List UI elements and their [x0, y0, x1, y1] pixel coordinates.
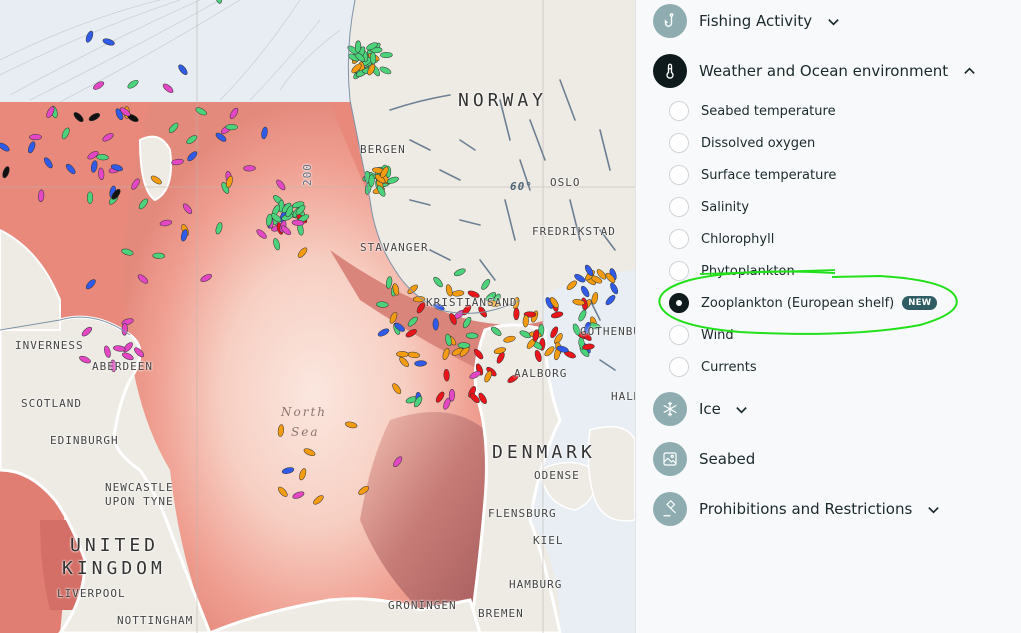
option-chlorophyll[interactable]: Chlorophyll	[669, 228, 774, 250]
option-currents[interactable]: Currents	[669, 356, 757, 378]
option-label: Wind	[701, 327, 734, 343]
option-dissolved-oxygen[interactable]: Dissolved oxygen	[669, 132, 815, 154]
option-label: Dissolved oxygen	[701, 135, 816, 151]
radio-button[interactable]	[669, 229, 689, 249]
radio-button[interactable]	[669, 325, 689, 345]
category-label: Prohibitions and Restrictions	[699, 500, 913, 518]
label-scotland: SCOTLAND	[21, 397, 82, 410]
label-denmark: DENMARK	[492, 442, 596, 463]
label-latitude-60: 60°	[510, 180, 533, 193]
label-united: UNITED	[70, 535, 160, 556]
label-odense: ODENSE	[534, 469, 580, 482]
label-oslo: OSLO	[550, 176, 581, 189]
category-weather-ocean[interactable]: Weather and Ocean environment	[653, 54, 976, 88]
label-kristiansand: KRISTIANSAND	[426, 296, 518, 309]
label-kingdom: KINGDOM	[62, 558, 166, 579]
option-label: Surface temperature	[701, 167, 837, 183]
category-label: Seabed	[699, 450, 756, 468]
label-aalborg: AALBORG	[514, 367, 568, 380]
chevron-down-icon[interactable]	[826, 14, 840, 28]
label-bremen: BREMEN	[478, 607, 524, 620]
radio-button[interactable]	[669, 101, 689, 121]
vessel-marker[interactable]	[86, 191, 94, 204]
label-upon-tyne: UPON TYNE	[105, 495, 174, 508]
label-inverness: INVERNESS	[15, 339, 84, 352]
vessel-marker[interactable]	[225, 124, 238, 131]
gavel-icon	[653, 492, 687, 526]
vessel-marker[interactable]	[121, 323, 128, 336]
new-badge: NEW	[902, 296, 938, 310]
vessel-marker[interactable]	[370, 52, 377, 65]
option-label: Zooplankton (European shelf)	[701, 295, 895, 311]
label-bergen: BERGEN	[360, 143, 406, 156]
vessel-marker[interactable]	[243, 165, 256, 172]
snowflake-icon	[653, 392, 687, 426]
label-groningen: GRONINGEN	[388, 599, 457, 612]
vessel-marker[interactable]	[396, 351, 409, 358]
thermometer-icon	[653, 54, 687, 88]
radio-button[interactable]	[669, 357, 689, 377]
map-view[interactable]: NORWAY DENMARK UNITED KINGDOM BERGEN STA…	[0, 0, 635, 633]
option-label: Chlorophyll	[701, 231, 775, 247]
vessel-marker[interactable]	[513, 307, 520, 321]
label-nottingham: NOTTINGHAM	[117, 614, 194, 627]
option-wind[interactable]: Wind	[669, 324, 734, 346]
vessel-marker[interactable]	[432, 318, 439, 331]
image-landscape-icon	[653, 442, 687, 476]
label-norway: NORWAY	[458, 90, 548, 111]
label-hamburg: HAMBURG	[509, 578, 563, 591]
radio-button[interactable]	[669, 165, 689, 185]
chevron-down-icon[interactable]	[926, 502, 940, 516]
option-seabed-temperature[interactable]: Seabed temperature	[669, 100, 836, 122]
label-halmstad: HALMSTAD	[611, 390, 635, 403]
label-fredrikstad: FREDRIKSTAD	[532, 225, 616, 238]
chevron-up-icon[interactable]	[962, 64, 976, 78]
label-edinburgh: EDINBURGH	[50, 434, 119, 447]
option-label: Phytoplankton	[701, 263, 795, 279]
option-surface-temperature[interactable]: Surface temperature	[669, 164, 836, 186]
vessel-marker[interactable]	[414, 360, 427, 367]
option-label: Salinity	[701, 199, 750, 215]
label-aberdeen: ABERDEEN	[92, 360, 153, 373]
option-phytoplankton[interactable]: Phytoplankton	[669, 260, 795, 282]
label-gothenburg: GOTHENBURG	[580, 325, 635, 338]
vessel-marker[interactable]	[448, 389, 455, 402]
vessel-marker[interactable]	[152, 252, 165, 259]
label-kiel: KIEL	[533, 534, 564, 547]
option-label: Seabed temperature	[701, 103, 836, 119]
option-label: Currents	[701, 359, 757, 375]
label-sea: Sea	[291, 425, 320, 439]
category-fishing-activity[interactable]: Fishing Activity	[653, 4, 840, 38]
layers-panel: Fishing Activity Weather and Ocean envir…	[635, 0, 1021, 633]
chevron-down-icon[interactable]	[735, 402, 749, 416]
vessel-marker[interactable]	[443, 368, 450, 382]
category-prohibitions[interactable]: Prohibitions and Restrictions	[653, 492, 940, 526]
label-north: North	[281, 405, 328, 419]
label-newcastle: NEWCASTLE	[105, 481, 174, 494]
radio-button[interactable]	[669, 261, 689, 281]
vessel-marker[interactable]	[457, 342, 471, 349]
vessel-marker[interactable]	[29, 134, 42, 141]
category-seabed[interactable]: Seabed	[653, 442, 755, 476]
category-label: Weather and Ocean environment	[699, 62, 949, 80]
radio-button-selected[interactable]	[669, 293, 689, 313]
category-label: Fishing Activity	[699, 12, 813, 30]
fishing-hook-icon	[653, 4, 687, 38]
label-flensburg: FLENSBURG	[488, 507, 557, 520]
vessel-marker[interactable]	[522, 314, 529, 328]
vessel-marker[interactable]	[380, 51, 393, 59]
vessel-marker[interactable]	[355, 40, 362, 53]
label-depth-200: 200	[300, 163, 314, 186]
category-label: Ice	[699, 400, 721, 418]
radio-button[interactable]	[669, 133, 689, 153]
label-liverpool: LIVERPOOL	[57, 587, 126, 600]
label-stavanger: STAVANGER	[360, 241, 429, 254]
radio-button[interactable]	[669, 197, 689, 217]
option-salinity[interactable]: Salinity	[669, 196, 749, 218]
vessel-marker[interactable]	[368, 174, 375, 187]
category-ice[interactable]: Ice	[653, 392, 749, 426]
option-zooplankton[interactable]: Zooplankton (European shelf) NEW	[669, 292, 938, 314]
vessel-marker[interactable]	[465, 332, 479, 339]
